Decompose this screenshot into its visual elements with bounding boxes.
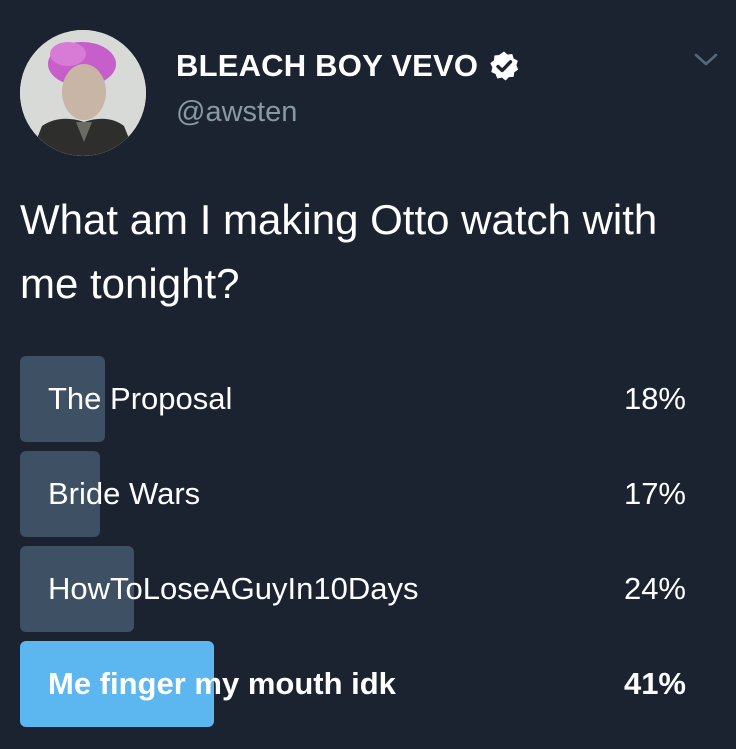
poll-option[interactable]: The Proposal 18%: [20, 356, 696, 442]
poll-option-percent: 24%: [623, 571, 686, 606]
avatar[interactable]: [20, 30, 146, 156]
poll-option-percent: 41%: [623, 666, 686, 701]
verified-badge-icon: [488, 50, 520, 82]
user-handle[interactable]: @awsten: [176, 96, 297, 129]
poll-option[interactable]: HowToLoseAGuyIn10Days 24%: [20, 546, 696, 632]
poll-option[interactable]: Me finger my mouth idk 41%: [20, 641, 696, 727]
poll: The Proposal 18% Bride Wars 17% HowToLoseAGu…: [20, 356, 696, 736]
tweet-text: What am I making Otto watch with me toni…: [20, 196, 658, 307]
poll-option-label: Me finger my mouth idk: [48, 666, 396, 701]
tweet-card: BLEACH BOY VEVO @awsten What am I making…: [0, 0, 736, 749]
poll-option-percent: 17%: [623, 476, 686, 511]
poll-option[interactable]: Bride Wars 17%: [20, 451, 696, 537]
poll-option-label: Bride Wars: [48, 476, 201, 511]
chevron-down-icon[interactable]: [693, 50, 719, 70]
poll-option-percent: 18%: [623, 381, 686, 416]
display-name-row: BLEACH BOY VEVO: [176, 46, 520, 86]
avatar-image: [20, 30, 146, 156]
display-name[interactable]: BLEACH BOY VEVO: [176, 48, 478, 84]
poll-option-label: HowToLoseAGuyIn10Days: [48, 571, 419, 606]
poll-option-label: The Proposal: [48, 381, 233, 416]
